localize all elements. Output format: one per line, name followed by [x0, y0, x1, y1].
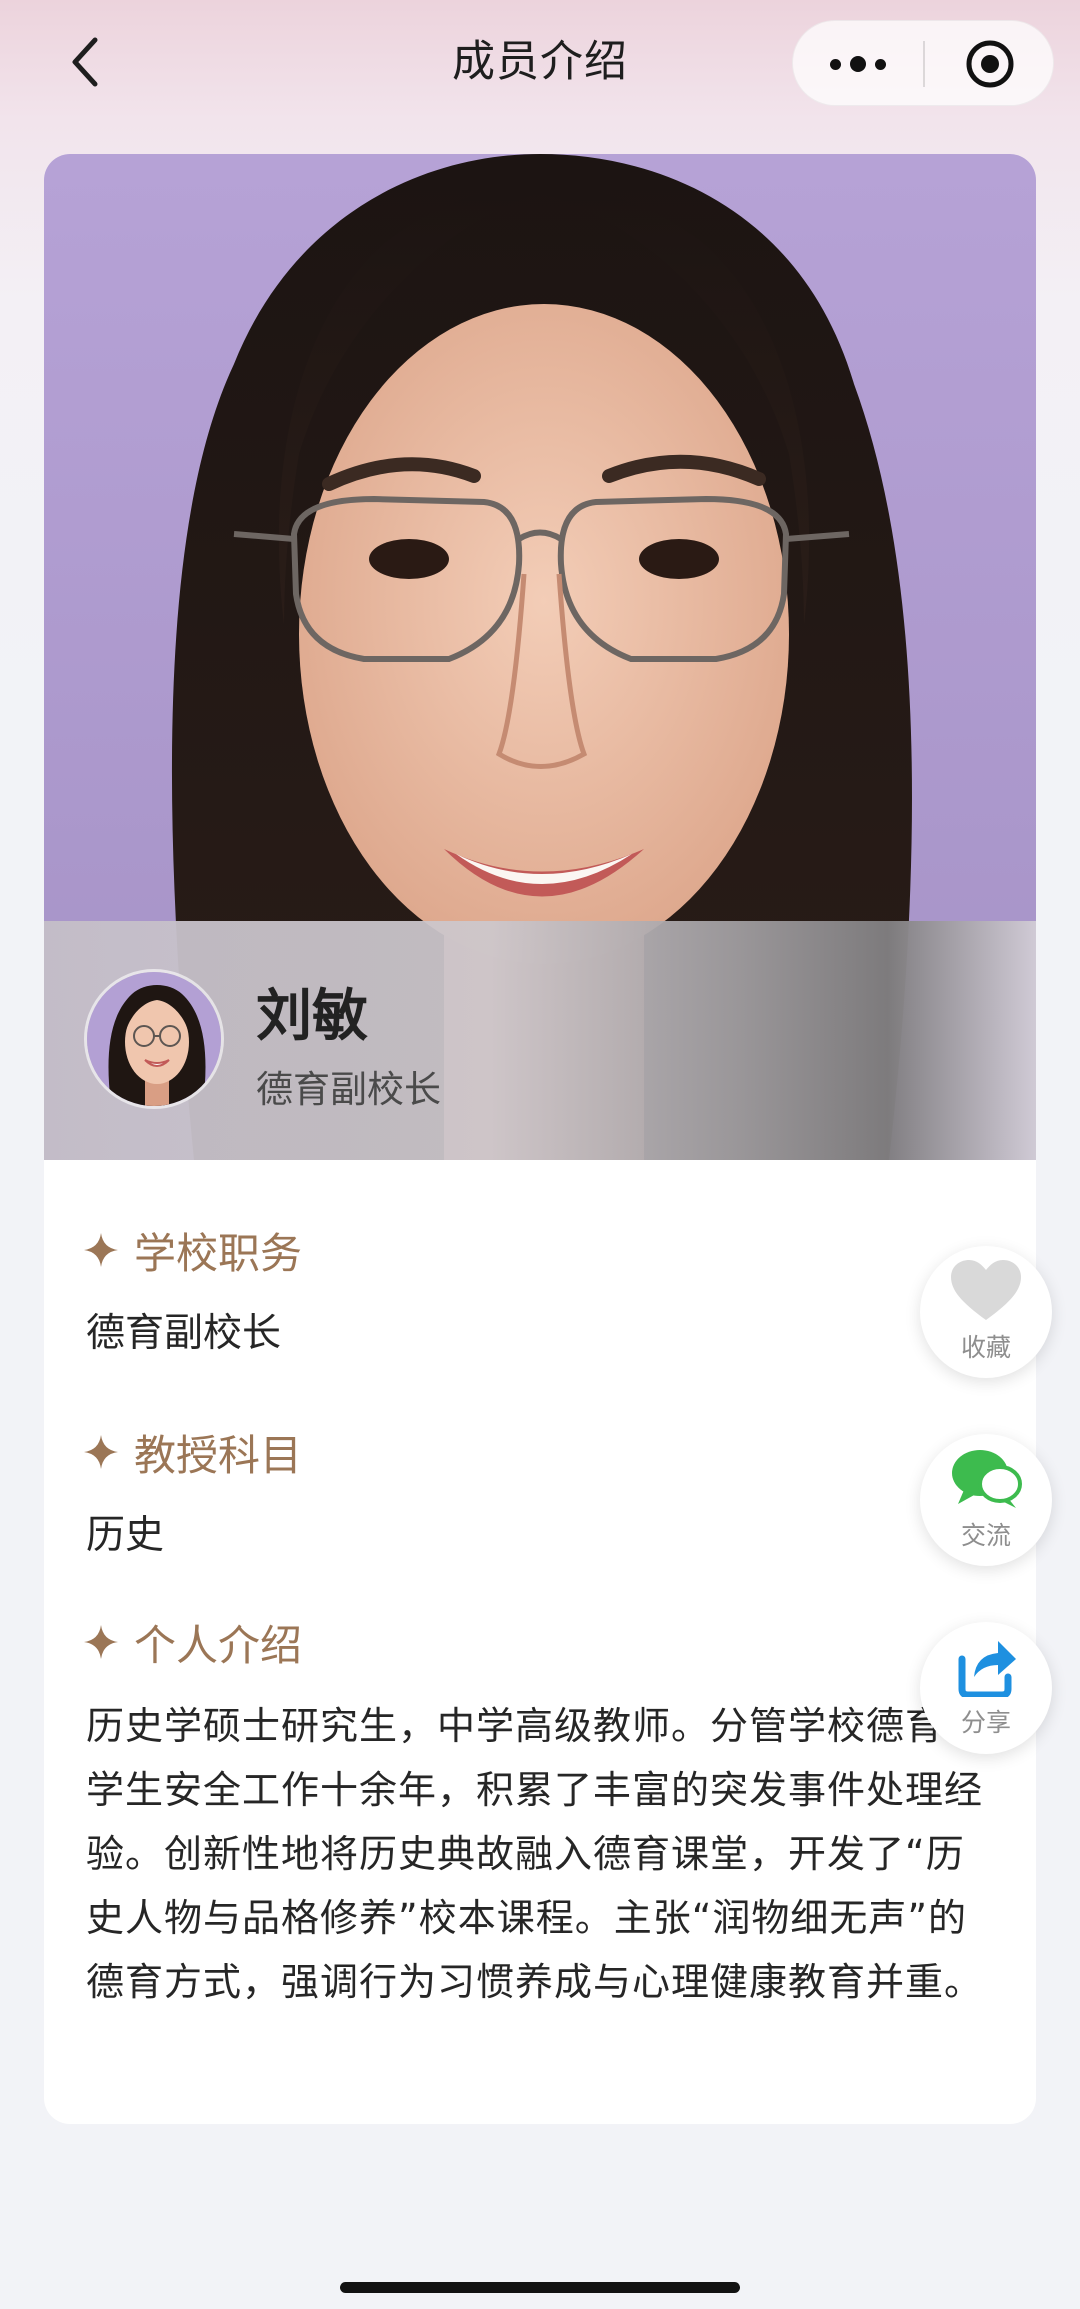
member-name: 刘敏 [256, 984, 368, 1049]
more-icon-dot [875, 58, 886, 70]
share-icon [958, 1641, 1016, 1697]
sparkle-icon [84, 1233, 118, 1267]
chat-bubble-icon [952, 1450, 1022, 1508]
intro-text: 历史学硕士研究生，中学高级教师。分管学校德育与学生安全工作十余年，积累了丰富的突… [86, 1704, 984, 2004]
close-circle-icon [966, 40, 1014, 88]
sparkle-icon [84, 1625, 118, 1659]
section-intro-title: 个人介绍 [84, 1614, 302, 1670]
member-position: 德育副校长 [256, 1068, 441, 1111]
share-button[interactable]: 分享 [920, 1622, 1052, 1754]
section-duty-label: 学校职务 [134, 1228, 303, 1278]
heart-icon [951, 1260, 1021, 1320]
mini-program-capsule [792, 20, 1054, 106]
section-intro-label: 个人介绍 [134, 1620, 303, 1670]
section-subject-title: 教授科目 [84, 1424, 302, 1480]
section-subject-label: 教授科目 [134, 1430, 303, 1480]
duty-value: 德育副校长 [86, 1311, 282, 1356]
home-indicator [340, 2282, 740, 2293]
favorite-label: 收藏 [960, 1333, 1011, 1362]
share-label: 分享 [960, 1708, 1011, 1737]
close-button[interactable] [925, 21, 1055, 107]
chat-label: 交流 [960, 1521, 1011, 1550]
favorite-button[interactable]: 收藏 [920, 1246, 1052, 1378]
subject-value: 历史 [86, 1513, 165, 1558]
section-duty-title: 学校职务 [84, 1222, 302, 1278]
more-icon-dot [850, 56, 866, 72]
chat-button[interactable]: 交流 [920, 1434, 1052, 1566]
avatar [84, 969, 224, 1109]
nav-bar: 成员介绍 [0, 0, 1080, 130]
more-icon [830, 58, 841, 70]
more-button[interactable] [793, 21, 923, 107]
sparkle-icon [84, 1435, 118, 1469]
